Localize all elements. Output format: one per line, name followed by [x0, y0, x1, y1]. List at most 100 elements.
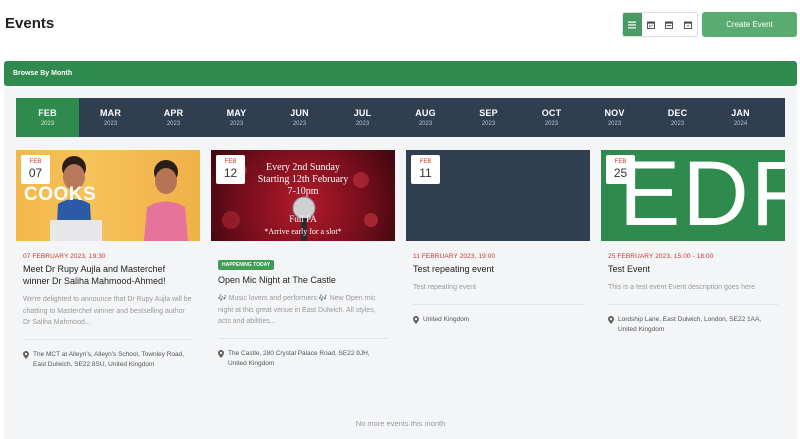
month-tab-feb-2023[interactable]: FEB 2023	[16, 98, 79, 137]
month-tab-oct-2023[interactable]: OCT 2023	[520, 98, 583, 137]
month-year: 2023	[670, 121, 685, 127]
flyer-line: Full PA	[289, 214, 317, 224]
event-card[interactable]: Every 2nd Sunday Starting 12th February …	[211, 150, 395, 370]
month-year: 2023	[40, 121, 55, 127]
location-text: The Castle, 280 Crystal Palace Road, SE2…	[228, 349, 370, 368]
month-label: AUG	[415, 108, 436, 118]
event-datetime: 11 FEBRUARY 2023, 19:00	[413, 253, 496, 260]
date-badge: FEB 25	[606, 155, 635, 184]
location-text: The MCT at Alleyn's, Alleyn's School, To…	[33, 350, 185, 369]
month-year: 2023	[166, 121, 181, 127]
events-page: Events Create Event Browse By Month FEB 2…	[0, 0, 800, 439]
flyer-line: 7-10pm	[287, 186, 319, 197]
event-datetime: 25 FEBRUARY 2023, 15:00 - 18:00	[608, 253, 714, 260]
month-year: 2023	[355, 121, 370, 127]
badge-month: FEB	[419, 159, 432, 165]
calendar-day-icon	[683, 21, 692, 29]
event-title[interactable]: Test Event	[608, 263, 778, 275]
month-label: JUL	[353, 108, 372, 118]
no-more-events-message: No more events this month	[355, 419, 446, 428]
date-badge: FEB 12	[216, 155, 245, 184]
event-image[interactable]: EDF FEB 25	[601, 150, 785, 241]
month-tab-jul-2023[interactable]: JUL 2023	[331, 98, 394, 137]
month-label: OCT	[541, 108, 562, 118]
event-location: The Castle, 280 Crystal Palace Road, SE2…	[218, 349, 388, 370]
month-tab-may-2023[interactable]: MAY 2023	[205, 98, 268, 137]
month-label: MAR	[99, 108, 122, 118]
date-badge: FEB 11	[411, 155, 440, 184]
badge-month: FEB	[29, 159, 42, 165]
month-tab-sep-2023[interactable]: SEP 2023	[457, 98, 520, 137]
map-pin-icon	[413, 315, 423, 329]
event-title[interactable]: Open Mic Night at The Castle	[218, 274, 388, 286]
event-image[interactable]: COOKS FEB 07	[16, 150, 200, 241]
month-label: JUN	[290, 108, 309, 118]
month-tab-nov-2023[interactable]: NOV 2023	[583, 98, 646, 137]
map-pin-icon	[608, 315, 618, 336]
event-image-logo: EDF	[619, 150, 785, 241]
event-title[interactable]: Meet Dr Rupy Aujla and Masterchef winner…	[23, 263, 193, 287]
event-location: United Kingdom	[413, 315, 583, 329]
list-view-button[interactable]	[623, 13, 642, 36]
month-label: DEC	[667, 108, 688, 118]
badge-day: 25	[613, 166, 628, 180]
month-tab-apr-2023[interactable]: APR 2023	[142, 98, 205, 137]
month-view-button[interactable]	[642, 13, 661, 36]
event-description: This is a test event Event description g…	[608, 282, 778, 305]
month-tab-aug-2023[interactable]: AUG 2023	[394, 98, 457, 137]
badge-month: FEB	[224, 159, 237, 165]
page-title: Events	[5, 15, 55, 32]
month-year: 2023	[103, 121, 118, 127]
happening-today-badge: HAPPENING TODAY	[218, 260, 275, 270]
month-tab-mar-2023[interactable]: MAR 2023	[79, 98, 142, 137]
month-label: NOV	[604, 108, 625, 118]
month-tab-dec-2023[interactable]: DEC 2023	[646, 98, 709, 137]
list-icon	[628, 21, 637, 28]
view-toggle	[622, 12, 698, 37]
event-location: Lordship Lane, East Dulwich, London, SE2…	[608, 315, 778, 336]
badge-day: 12	[223, 166, 238, 180]
event-description: Test repeating event	[413, 282, 583, 305]
event-image-caption: COOKS	[24, 184, 97, 205]
event-location: The MCT at Alleyn's, Alleyn's School, To…	[23, 350, 193, 371]
event-image[interactable]: FEB 11	[406, 150, 590, 241]
browse-by-month-bar: Browse By Month	[4, 61, 797, 86]
event-image[interactable]: Every 2nd Sunday Starting 12th February …	[211, 150, 395, 241]
badge-day: 11	[419, 166, 432, 180]
calendar-week-icon	[665, 21, 674, 29]
events-panel: FEB 2023 MAR 2023 APR 2023 MAY 2023 JUN 2023 …	[4, 88, 797, 439]
map-pin-icon	[23, 350, 33, 371]
month-tab-jan-2024[interactable]: JAN 2024	[709, 98, 772, 137]
location-text: United Kingdom	[423, 315, 470, 323]
month-tab-jun-2023[interactable]: JUN 2023	[268, 98, 331, 137]
month-label: FEB	[38, 108, 57, 118]
map-pin-icon	[218, 349, 228, 370]
month-label: APR	[163, 108, 184, 118]
month-year: 2023	[607, 121, 622, 127]
month-label: JAN	[731, 108, 750, 118]
event-card[interactable]: FEB 11 11 FEBRUARY 2023, 19:00 Test repe…	[406, 150, 590, 328]
month-year: 2023	[544, 121, 559, 127]
create-event-button[interactable]: Create Event	[702, 12, 797, 37]
month-year: 2024	[733, 121, 748, 127]
badge-month: FEB	[614, 159, 627, 165]
week-view-button[interactable]	[660, 13, 679, 36]
month-year: 2023	[418, 121, 433, 127]
calendar-month-icon	[646, 21, 655, 29]
location-text: Lordship Lane, East Dulwich, London, SE2…	[618, 315, 762, 334]
event-card[interactable]: EDF FEB 25 25 FEBRUARY 2023, 15:00 - 18:…	[601, 150, 785, 336]
event-datetime: 07 FEBRUARY 2023, 19:30	[23, 253, 106, 260]
event-card[interactable]: COOKS FEB 07 07 FEBRUARY 2023, 19:30 Mee…	[16, 150, 200, 371]
month-label: SEP	[479, 108, 498, 118]
month-year: 2023	[292, 121, 307, 127]
day-view-button[interactable]	[679, 13, 698, 36]
month-label: MAY	[226, 108, 247, 118]
event-description: We're delighted to announce that Dr Rupy…	[23, 294, 193, 340]
month-year: 2023	[229, 121, 244, 127]
flyer-line: *Arrive early for a slot*	[264, 227, 342, 236]
event-title[interactable]: Test repeating event	[413, 263, 583, 275]
badge-day: 07	[28, 166, 43, 180]
date-badge: FEB 07	[21, 155, 50, 184]
month-year: 2023	[481, 121, 496, 127]
month-selector: FEB 2023 MAR 2023 APR 2023 MAY 2023 JUN 2023 …	[16, 98, 785, 137]
